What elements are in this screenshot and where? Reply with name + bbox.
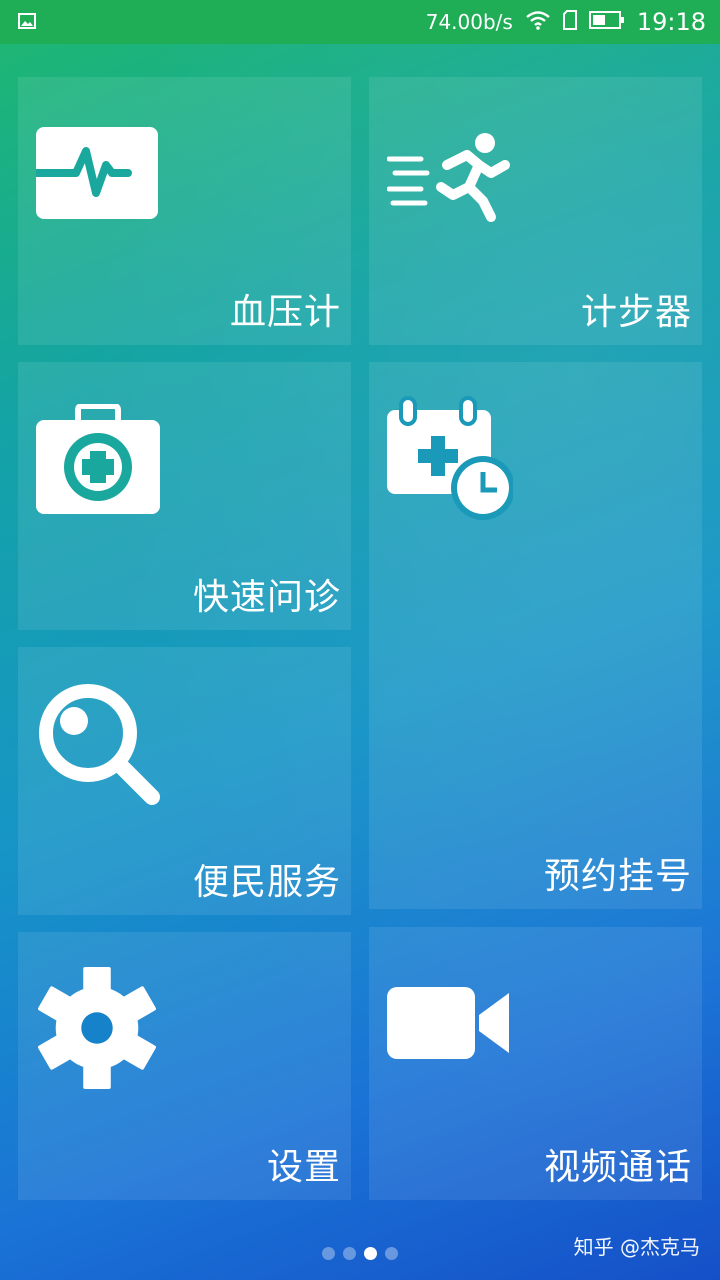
tile-label: 预约挂号: [543, 856, 692, 897]
network-speed: 74.00b/s: [425, 10, 513, 34]
medical-kit-icon: [36, 403, 160, 520]
tile-label: 便民服务: [192, 862, 341, 903]
calendar-clock-icon: [387, 396, 515, 524]
tile-label: 血压计: [229, 292, 341, 333]
tile-label: 设置: [266, 1147, 341, 1188]
page-dot-active[interactable]: [364, 1247, 377, 1260]
running-person-icon: [386, 125, 511, 229]
status-left: [18, 10, 36, 34]
clock: 19:18: [636, 8, 706, 36]
page-dot[interactable]: [322, 1247, 335, 1260]
page-dot[interactable]: [385, 1247, 398, 1260]
page-dot[interactable]: [343, 1247, 356, 1260]
tile-convenience-service[interactable]: 便民服务: [18, 647, 351, 915]
status-right: 74.00b/s 19:18: [426, 8, 706, 36]
tile-blood-pressure[interactable]: 血压计: [18, 77, 351, 345]
wifi-icon: [525, 10, 551, 35]
video-camera-icon: [387, 985, 511, 1065]
status-bar: 74.00b/s 19:18: [0, 0, 720, 44]
image-icon: [18, 10, 36, 34]
tile-label: 计步器: [580, 292, 692, 333]
tile-appointment[interactable]: 预约挂号: [369, 362, 702, 909]
tile-label: 快速问诊: [192, 577, 341, 618]
tile-pedometer[interactable]: 计步器: [369, 77, 702, 345]
sim-icon: [562, 9, 577, 35]
search-icon: [36, 681, 162, 811]
tile-video-call[interactable]: 视频通话: [369, 927, 702, 1200]
gear-icon: [38, 966, 156, 1094]
tile-quick-consult[interactable]: 快速问诊: [18, 362, 351, 630]
heart-monitor-icon: [32, 125, 158, 225]
watermark: 知乎 @杰克马: [573, 1235, 700, 1259]
tile-label: 视频通话: [543, 1147, 692, 1188]
battery-icon: [588, 10, 625, 35]
tile-settings[interactable]: 设置: [18, 932, 351, 1200]
